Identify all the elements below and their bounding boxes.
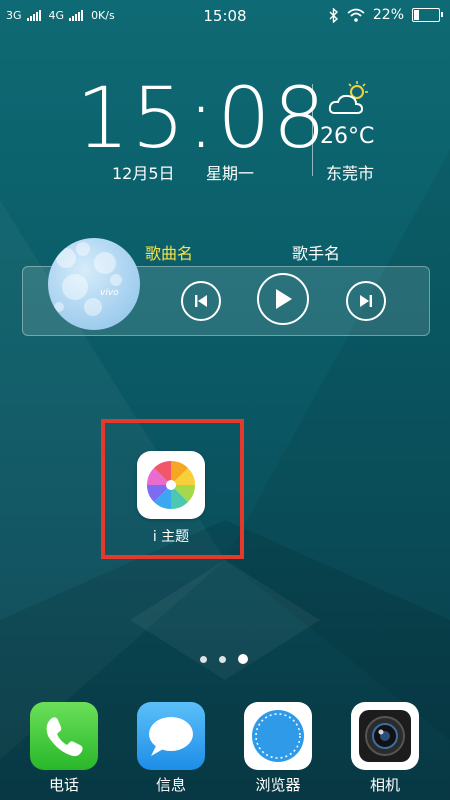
page-dot[interactable] <box>219 655 226 663</box>
bluetooth-icon <box>329 7 338 23</box>
app-messages-label: 信息 <box>155 776 186 794</box>
app-browser-label: 浏览器 <box>255 776 301 794</box>
weather-city[interactable]: 东莞市 <box>326 160 374 184</box>
app-camera[interactable] <box>351 702 419 770</box>
status-right: 22% <box>329 7 443 23</box>
highlight-box <box>101 419 244 559</box>
status-bar: 3G 4G 0K/s 15:08 22% <box>0 0 450 34</box>
weather-temperature[interactable]: 26°C <box>320 124 374 149</box>
camera-icon <box>359 710 411 762</box>
album-art[interactable]: vivo <box>48 238 140 330</box>
album-brand: vivo <box>100 288 119 298</box>
app-phone-label: 电话 <box>48 776 79 794</box>
battery-percent: 22% <box>372 7 404 23</box>
next-icon <box>360 295 372 307</box>
page-dot-active[interactable] <box>238 654 248 664</box>
clock-date: 12月5日 <box>112 164 175 183</box>
battery-icon <box>412 8 443 22</box>
song-title: 歌曲名 <box>145 244 194 263</box>
message-icon <box>149 717 193 756</box>
artist-name: 歌手名 <box>292 244 341 263</box>
clock-weekday: 星期一 <box>206 164 255 183</box>
app-phone[interactable] <box>30 702 98 770</box>
compass-icon <box>252 710 304 762</box>
previous-icon <box>195 295 207 307</box>
app-camera-label: 相机 <box>369 776 400 794</box>
play-icon <box>276 289 292 309</box>
page-indicator[interactable] <box>200 654 248 664</box>
app-browser[interactable] <box>244 702 312 770</box>
next-button[interactable] <box>346 281 386 321</box>
play-button[interactable] <box>257 273 309 325</box>
clock-time[interactable]: 15:08 <box>76 76 328 160</box>
previous-button[interactable] <box>181 281 221 321</box>
app-messages[interactable] <box>137 702 205 770</box>
page-dot[interactable] <box>200 655 207 663</box>
partly-cloudy-icon[interactable] <box>327 80 371 118</box>
wifi-icon <box>347 8 365 22</box>
clock-divider <box>312 84 313 176</box>
phone-icon <box>46 717 83 757</box>
